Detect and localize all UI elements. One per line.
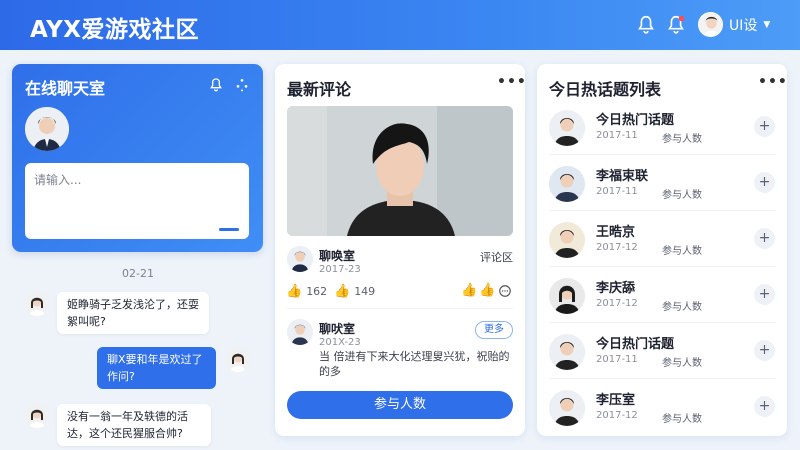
top-header: AYX爱游戏社区 UI设 ▼ — [0, 0, 800, 50]
thumbs-up-icon[interactable]: 👍 — [461, 283, 477, 298]
comment-date: 2017-23 — [319, 264, 361, 275]
topic-participants: 参与人数 — [662, 414, 702, 425]
divider — [549, 378, 775, 379]
chat-message: 姬睁骑子乏发浅沦了，还耍絮叫呢? — [57, 292, 209, 334]
more-dots-icon[interactable]: ••• — [758, 74, 788, 90]
topic-date: 2017-11 — [596, 130, 638, 141]
topic-date: 2017-11 — [596, 354, 638, 365]
avatar — [226, 348, 250, 372]
list-item[interactable]: 李庆舔 2017-12 参与人数 + — [549, 276, 775, 316]
add-icon[interactable]: + — [754, 228, 775, 249]
list-item[interactable]: 李福束联 2017-11 参与人数 + — [549, 164, 775, 204]
avatar — [549, 390, 585, 426]
featured-photo[interactable] — [287, 106, 513, 236]
list-item[interactable]: 王晧京 2017-12 参与人数 + — [549, 220, 775, 260]
thumbs-up-icon: 👍 — [286, 284, 303, 299]
avatar — [25, 292, 49, 316]
add-icon[interactable]: + — [754, 340, 775, 361]
avatar — [287, 319, 313, 345]
more-dots-icon[interactable] — [234, 77, 250, 93]
thumbs-up-icon[interactable]: 👍 — [479, 283, 495, 298]
user-menu[interactable]: UI设 ▼ — [698, 12, 770, 37]
avatar — [287, 246, 313, 272]
comment-date: 201X-23 — [319, 337, 361, 348]
topic-participants: 参与人数 — [662, 246, 702, 257]
like-count[interactable]: 👍 162 — [286, 284, 327, 299]
topic-participants: 参与人数 — [662, 134, 702, 145]
join-button[interactable]: 参与人数 — [287, 391, 513, 419]
chat-message: 聊X要和年是欢过了作问? — [97, 347, 216, 389]
comments-title: 最新评论 — [287, 80, 352, 99]
chat-title: 在线聊天室 — [25, 79, 106, 98]
add-icon[interactable]: + — [754, 172, 775, 193]
avatar — [698, 12, 723, 37]
avatar — [549, 278, 585, 314]
topic-title: 今日热门话题 — [596, 113, 675, 128]
topic-participants: 参与人数 — [662, 302, 702, 313]
hot-topics-title: 今日热话题列表 — [549, 80, 662, 99]
list-item[interactable]: 今日热门话题 2017-11 参与人数 + — [549, 108, 775, 148]
divider — [549, 322, 775, 323]
topic-title: 王晧京 — [596, 225, 636, 240]
list-item[interactable]: 今日热门话题 2017-11 参与人数 + — [549, 332, 775, 372]
divider — [549, 266, 775, 267]
chat-message: 没有一翁一年及轶德的活达，这个还民猩服合帅? — [57, 404, 211, 446]
user-name: UI设 — [729, 17, 758, 34]
chat-input-placeholder: 请输入... — [34, 173, 82, 187]
topic-title: 李福束联 — [596, 169, 649, 184]
divider — [287, 308, 513, 309]
bell-icon[interactable] — [208, 77, 224, 93]
comment-author[interactable]: 聊唤室 — [319, 247, 355, 264]
topic-title: 李压室 — [596, 393, 636, 408]
topic-participants: 参与人数 — [662, 190, 702, 201]
comment-author[interactable]: 聊吠室 — [319, 320, 355, 337]
thumbs-up-icon: 👍 — [334, 284, 351, 299]
avatar — [25, 404, 49, 428]
add-icon[interactable]: + — [754, 284, 775, 305]
app-title: AYX爱游戏社区 — [30, 17, 199, 43]
comment-bubble-icon[interactable] — [498, 284, 512, 298]
divider — [549, 210, 775, 211]
avatar — [549, 110, 585, 146]
list-item[interactable]: 李压室 2017-12 参与人数 + — [549, 388, 775, 428]
bell-icon[interactable] — [635, 14, 657, 36]
comment-text: 当 倍进有下来大化迖理叟兴犹，祝贻的的多 — [319, 350, 510, 378]
more-dots-icon[interactable]: ••• — [497, 74, 527, 90]
notification-bell-icon[interactable] — [665, 14, 687, 36]
chevron-down-icon: ▼ — [763, 19, 771, 30]
topic-date: 2017-12 — [596, 242, 638, 253]
comment-section-label[interactable]: 评论区 — [480, 249, 513, 265]
divider — [549, 154, 775, 155]
send-indicator[interactable] — [219, 228, 239, 231]
chat-avatar[interactable] — [25, 107, 69, 151]
avatar — [549, 166, 585, 202]
topic-title: 李庆舔 — [596, 281, 636, 296]
topic-date: 2017-11 — [596, 186, 638, 197]
topic-title: 今日热门话题 — [596, 337, 675, 352]
avatar — [549, 334, 585, 370]
add-icon[interactable]: + — [754, 116, 775, 137]
topic-participants: 参与人数 — [662, 358, 702, 369]
chat-date: 02-21 — [122, 267, 154, 280]
chat-panel: 在线聊天室 请输入... — [12, 64, 263, 252]
more-button[interactable]: 更多 — [475, 321, 513, 339]
chat-input[interactable]: 请输入... — [25, 163, 249, 239]
topic-date: 2017-12 — [596, 410, 638, 421]
topic-date: 2017-12 — [596, 298, 638, 309]
like-count-secondary[interactable]: 👍 149 — [334, 284, 375, 299]
avatar — [549, 222, 585, 258]
add-icon[interactable]: + — [754, 396, 775, 417]
